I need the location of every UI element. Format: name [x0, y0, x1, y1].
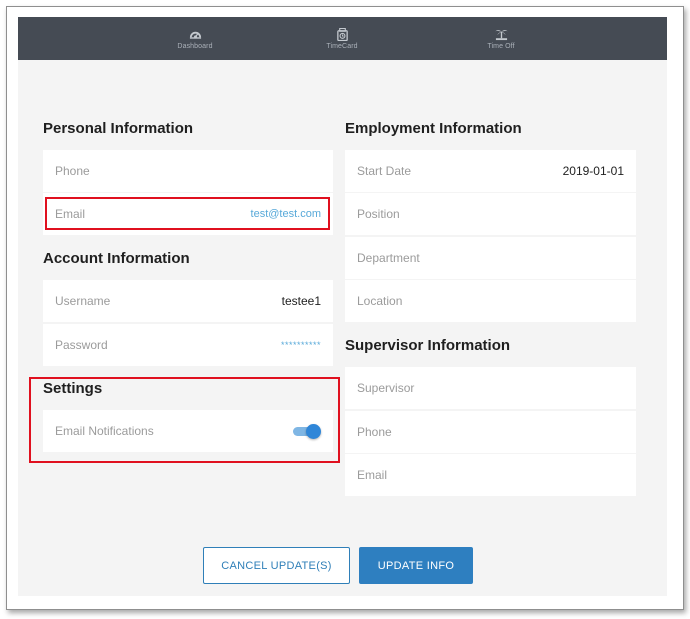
supervisor-name-row[interactable]: Supervisor: [345, 367, 636, 409]
timecard-icon: [336, 27, 349, 43]
employment-information-title: Employment Information: [345, 120, 522, 137]
employment-location-row[interactable]: Location: [345, 280, 636, 322]
supervisor-email-row[interactable]: Email: [345, 454, 636, 496]
update-info-button[interactable]: UPDATE INFO: [359, 547, 473, 584]
employment-location-label: Location: [357, 294, 403, 308]
supervisor-information-title: Supervisor Information: [345, 337, 511, 354]
employment-department-label: Department: [357, 251, 420, 265]
supervisor-name-label: Supervisor: [357, 381, 415, 395]
account-username-label: Username: [55, 294, 111, 308]
personal-phone-label: Phone: [55, 164, 90, 178]
account-username-value: testee1: [281, 294, 321, 308]
account-password-value[interactable]: **********: [281, 340, 321, 350]
nav-item-time-off[interactable]: Time Off: [456, 17, 546, 60]
nav-label-dashboard: Dashboard: [177, 42, 213, 50]
nav-label-timecard: TimeCard: [326, 42, 358, 50]
employment-position-label: Position: [357, 207, 400, 221]
cancel-updates-button[interactable]: CANCEL UPDATE(S): [203, 547, 350, 584]
account-password-row[interactable]: Password **********: [43, 324, 333, 366]
top-navbar: Dashboard TimeCard Time Off: [18, 17, 667, 60]
nav-item-timecard[interactable]: TimeCard: [297, 17, 387, 60]
employment-position-row[interactable]: Position: [345, 193, 636, 235]
supervisor-email-label: Email: [357, 468, 388, 482]
speedometer-icon: [189, 28, 202, 43]
account-information-title: Account Information: [43, 250, 190, 267]
account-password-label: Password: [55, 338, 108, 352]
employment-start-date-value: 2019-01-01: [562, 164, 624, 178]
supervisor-phone-row[interactable]: Phone: [345, 411, 636, 453]
personal-phone-row[interactable]: Phone: [43, 150, 333, 192]
supervisor-phone-label: Phone: [357, 425, 392, 439]
personal-information-title: Personal Information: [43, 120, 194, 137]
settings-highlight-box: [29, 377, 340, 463]
nav-item-dashboard[interactable]: Dashboard: [150, 17, 240, 60]
nav-label-time-off: Time Off: [487, 42, 515, 50]
employment-start-date-row[interactable]: Start Date 2019-01-01: [345, 150, 636, 192]
employment-start-date-label: Start Date: [357, 164, 412, 178]
employment-department-row[interactable]: Department: [345, 237, 636, 279]
account-username-row[interactable]: Username testee1: [43, 280, 333, 322]
email-highlight-box: [45, 197, 330, 230]
palm-tree-icon: [494, 28, 508, 43]
